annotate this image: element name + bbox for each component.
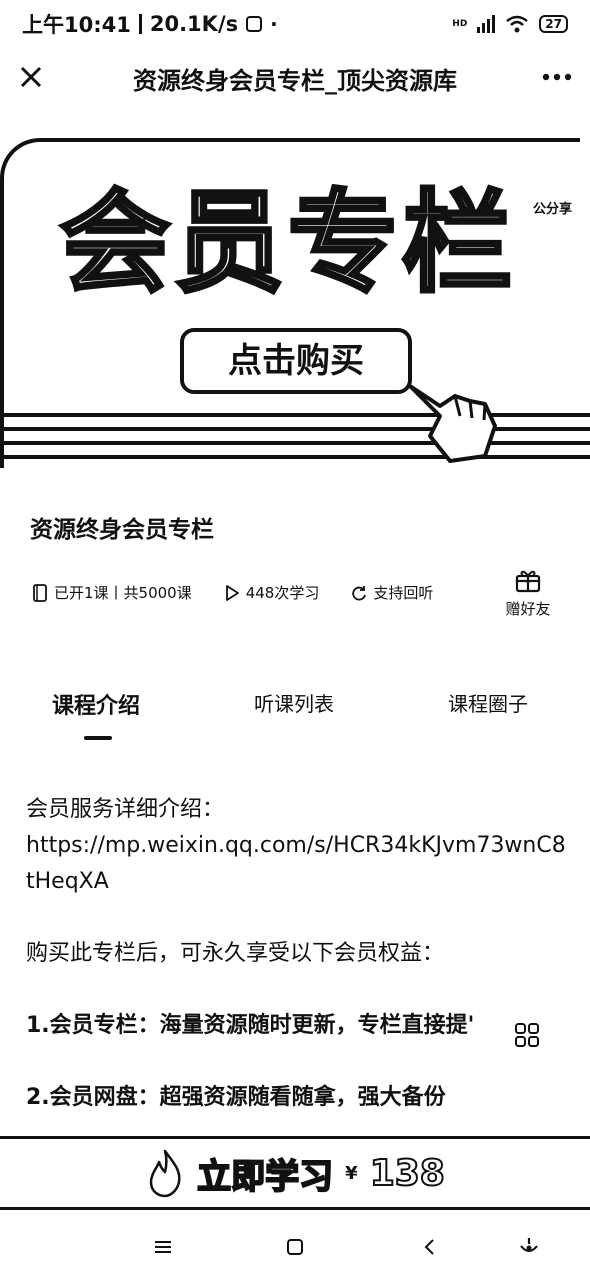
hd-badge: HD (452, 18, 468, 29)
title-bar: 资源终身会员专栏_顶尖资源库 (0, 48, 590, 108)
pointing-hand-icon (408, 384, 497, 463)
price-value: 138 (369, 1152, 446, 1195)
learn-now-label: 立即学习 (196, 1156, 334, 1198)
status-dot: · (270, 12, 278, 36)
buy-button[interactable]: 点击购买 (180, 328, 412, 394)
fire-icon (149, 1149, 181, 1198)
plays-count: 448次学习 (224, 582, 320, 603)
active-tab-indicator (84, 736, 112, 740)
replay-label: 支持回听 (373, 584, 434, 602)
plays-label: 448次学习 (245, 584, 320, 602)
intro-link[interactable]: https://mp.weixin.qq.com/s/HCR34kKJvm73w… (26, 828, 571, 900)
system-nav-bar (0, 1216, 590, 1280)
lessons-label: 已开1课丨共5000课 (54, 584, 192, 602)
banner-headline: 会员专栏 (58, 177, 516, 309)
status-time: 上午10:41 (22, 13, 131, 37)
close-icon[interactable] (16, 62, 46, 92)
tab-intro[interactable]: 课程介绍 (52, 688, 140, 720)
gift-friend-button[interactable]: 赠好友 (500, 566, 556, 619)
assistant-icon[interactable] (514, 1232, 544, 1262)
benefits-intro: 购买此专栏后，可永久享受以下会员权益： (26, 941, 445, 966)
share-label[interactable]: 公分享 (532, 198, 572, 217)
tab-community[interactable]: 课程圈子 (448, 688, 528, 717)
lessons-count: 已开1课丨共5000课 (32, 582, 192, 603)
status-network-speed: 20.1K/s (149, 12, 239, 36)
status-right: HD 27 (452, 15, 568, 33)
play-icon (225, 584, 239, 601)
replay-support: 支持回听 (351, 582, 433, 603)
notification-icon (246, 16, 263, 32)
battery-indicator: 27 (539, 15, 568, 33)
course-banner[interactable]: 会员专栏 公分享 点击购买 (0, 108, 590, 486)
intro-label: 会员服务详细介绍： (26, 797, 225, 822)
status-separator (138, 14, 142, 34)
home-icon[interactable] (280, 1232, 310, 1262)
benefit-2: 2.会员网盘：超强资源随看随拿，强大备份 (26, 1085, 446, 1110)
status-bar: 上午10:41 20.1K/s · HD 27 (0, 0, 590, 48)
status-left: 上午10:41 20.1K/s · (22, 9, 278, 39)
course-tabs: 课程介绍 听课列表 课程圈子 (0, 688, 590, 748)
back-icon[interactable] (415, 1232, 445, 1262)
gift-label: 赠好友 (505, 600, 551, 618)
more-icon[interactable] (542, 62, 572, 87)
learn-now-button[interactable]: 立即学习 ¥ 138 (0, 1136, 590, 1210)
replay-icon (352, 585, 367, 600)
page-title: 资源终身会员专栏_顶尖资源库 (133, 66, 457, 95)
currency-symbol: ¥ (345, 1162, 358, 1184)
course-title: 资源终身会员专栏 (30, 517, 214, 543)
book-icon (33, 583, 47, 602)
benefit-1: 1.会员专栏：海量资源随时更新，专栏直接提' (26, 1013, 475, 1038)
gift-icon (515, 570, 541, 593)
grid-icon[interactable] (514, 1022, 540, 1048)
tab-lesson-list[interactable]: 听课列表 (254, 688, 334, 717)
menu-icon[interactable] (148, 1232, 178, 1262)
course-meta: 已开1课丨共5000课 448次学习 支持回听 (32, 582, 472, 603)
signal-icon (477, 15, 496, 33)
course-description: 会员服务详细介绍： https://mp.weixin.qq.com/s/HCR… (26, 792, 571, 1116)
wifi-icon (506, 15, 529, 33)
